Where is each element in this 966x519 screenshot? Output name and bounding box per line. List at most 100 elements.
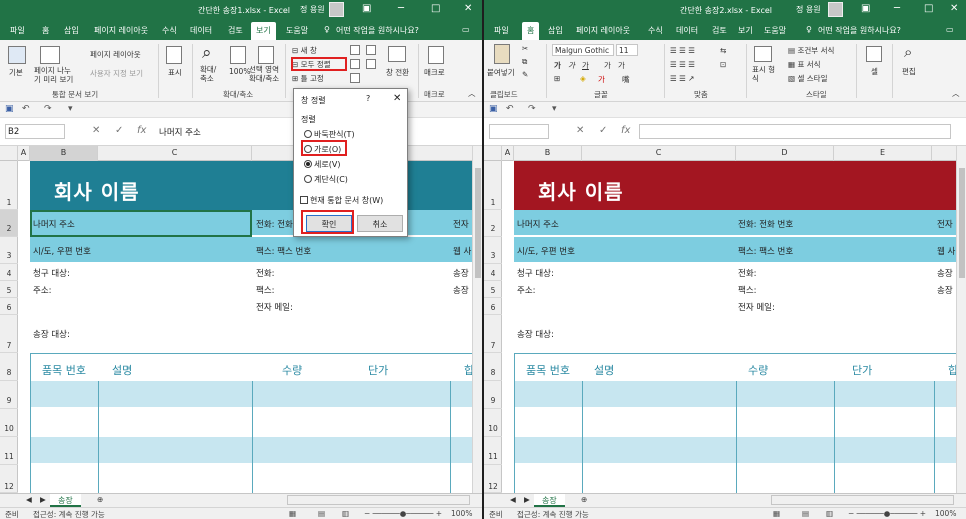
page-layout-view[interactable]: 페이지 레이아웃 bbox=[90, 49, 141, 60]
formula-input[interactable] bbox=[639, 124, 951, 139]
sheet-tab-invoice[interactable]: 송장 bbox=[50, 494, 81, 507]
row-header-10[interactable]: 10 bbox=[484, 409, 502, 437]
customize-qat-icon[interactable]: ▾ bbox=[68, 104, 73, 114]
underline-icon[interactable]: 가 bbox=[582, 60, 589, 71]
new-window-button[interactable]: ⊟ 새 창 bbox=[292, 45, 317, 56]
zoom-selection-icon[interactable] bbox=[258, 46, 274, 64]
italic-icon[interactable]: 가 bbox=[568, 60, 575, 71]
row-header-1[interactable]: 1 bbox=[0, 161, 18, 210]
copy-icon[interactable]: ⧉ bbox=[522, 57, 527, 67]
tab-data[interactable]: 데이터 bbox=[676, 25, 698, 36]
font-color-icon[interactable]: 가 bbox=[598, 74, 605, 85]
option-vertical[interactable]: 세로(V) bbox=[304, 159, 340, 170]
redo-icon[interactable]: ↷ bbox=[528, 104, 536, 114]
option-cascade[interactable]: 계단식(C) bbox=[304, 174, 348, 185]
tab-insert[interactable]: 삽입 bbox=[548, 25, 563, 36]
row-header-2[interactable]: 2 bbox=[484, 210, 502, 237]
row-header-3[interactable]: 3 bbox=[484, 237, 502, 264]
merge-icon[interactable]: ⊡ bbox=[720, 60, 726, 69]
save-icon[interactable]: ▣ bbox=[5, 104, 14, 114]
name-box[interactable]: B2 bbox=[5, 124, 65, 139]
switch-windows-button[interactable]: 창 전환 bbox=[386, 67, 409, 78]
maximize-icon[interactable]: □ bbox=[924, 3, 933, 14]
select-all[interactable] bbox=[0, 146, 18, 161]
layout-view-status-icon[interactable]: ▤ bbox=[318, 509, 325, 518]
break-view-status-icon[interactable]: ▥ bbox=[826, 509, 833, 518]
cancel-icon[interactable]: ✕ bbox=[576, 125, 584, 136]
fx-icon[interactable]: fx bbox=[137, 125, 146, 136]
tab-formulas[interactable]: 수식 bbox=[162, 25, 177, 36]
next-sheet-icon[interactable]: ▶ bbox=[40, 495, 46, 504]
column-header-b[interactable]: B bbox=[514, 146, 582, 161]
row-header-2[interactable]: 2 bbox=[0, 210, 18, 237]
collapse-ribbon-icon[interactable]: ︿ bbox=[952, 88, 960, 99]
accessibility-status[interactable]: 접근성: 계속 진행 가능 bbox=[517, 509, 589, 519]
tell-me-search[interactable]: 어떤 작업을 원하시나요? bbox=[336, 25, 419, 36]
tab-review[interactable]: 검토 bbox=[712, 25, 727, 36]
avatar[interactable] bbox=[828, 2, 843, 17]
avatar[interactable] bbox=[329, 2, 344, 17]
number-format-button[interactable]: 표시 형 식 bbox=[752, 65, 775, 83]
hide-icon[interactable] bbox=[350, 59, 360, 69]
column-header-b[interactable]: B bbox=[30, 146, 98, 161]
select-all[interactable] bbox=[484, 146, 502, 161]
column-header-a[interactable]: A bbox=[18, 146, 30, 161]
row-header-3[interactable]: 3 bbox=[0, 237, 18, 264]
row-header-4[interactable]: 4 bbox=[0, 264, 18, 281]
tab-view[interactable]: 보기 bbox=[738, 25, 753, 36]
ribbon-display-icon[interactable]: ▣ bbox=[861, 3, 870, 14]
vertical-scrollbar[interactable] bbox=[472, 146, 482, 493]
font-size-select[interactable]: 11 bbox=[616, 44, 638, 56]
tab-home[interactable]: 홈 bbox=[522, 22, 540, 40]
zoom-level[interactable]: 100% bbox=[451, 509, 472, 518]
minimize-icon[interactable]: ─ bbox=[398, 3, 404, 14]
row-header-4[interactable]: 4 bbox=[484, 264, 502, 281]
close-icon[interactable]: ✕ bbox=[950, 3, 958, 14]
tab-home[interactable]: 홈 bbox=[42, 25, 49, 36]
zoom-level[interactable]: 100% bbox=[935, 509, 956, 518]
fill-color-icon[interactable]: ◈ bbox=[580, 74, 586, 83]
page-break-button[interactable]: 페이지 나누 기 미리 보기 bbox=[34, 66, 73, 84]
zoom-slider[interactable]: − ──────●────── + bbox=[848, 509, 926, 518]
name-box[interactable] bbox=[489, 124, 549, 139]
layout-view-status-icon[interactable]: ▤ bbox=[802, 509, 809, 518]
collapse-ribbon-icon[interactable]: ︿ bbox=[468, 88, 476, 99]
percent-icon[interactable] bbox=[754, 46, 772, 62]
custom-views[interactable]: 사용자 지정 보기 bbox=[90, 68, 143, 79]
fx-icon[interactable]: fx bbox=[621, 125, 630, 136]
switch-windows-icon[interactable] bbox=[388, 46, 406, 62]
cell-style-button[interactable]: ▧ 셀 스타일 bbox=[788, 73, 827, 84]
find-icon[interactable]: ⌕ bbox=[904, 43, 912, 61]
enter-icon[interactable]: ✓ bbox=[115, 125, 123, 136]
tab-file[interactable]: 파일 bbox=[494, 25, 509, 36]
row-header-9[interactable]: 9 bbox=[484, 381, 502, 409]
tab-help[interactable]: 도움말 bbox=[764, 25, 786, 36]
bold-icon[interactable]: 가 bbox=[554, 60, 561, 71]
worksheet-grid[interactable]: 회사 이름 나머지 주소 전화: 전화 번호 전자 시/도, 우편 번호 팩스:… bbox=[502, 161, 956, 493]
row-header-6[interactable]: 6 bbox=[484, 298, 502, 315]
customize-qat-icon[interactable]: ▾ bbox=[552, 104, 557, 114]
row-header-12[interactable]: 12 bbox=[484, 465, 502, 493]
font-name-select[interactable]: Malgun Gothic bbox=[552, 44, 614, 56]
redo-icon[interactable]: ↷ bbox=[44, 104, 52, 114]
show-button[interactable]: 표시 bbox=[168, 67, 182, 78]
scroll-thumb[interactable] bbox=[959, 168, 965, 278]
row-header-5[interactable]: 5 bbox=[0, 281, 18, 298]
cancel-button[interactable]: 취소 bbox=[357, 215, 403, 232]
option-tiled[interactable]: 바둑판식(T) bbox=[304, 129, 355, 140]
macro-icon[interactable] bbox=[428, 46, 444, 64]
format-painter-icon[interactable]: ✎ bbox=[522, 70, 528, 79]
prev-sheet-icon[interactable]: ◀ bbox=[26, 495, 32, 504]
horizontal-scrollbar[interactable] bbox=[287, 495, 470, 505]
undo-icon[interactable]: ↶ bbox=[506, 104, 514, 114]
column-header-c[interactable]: C bbox=[582, 146, 736, 161]
tab-view[interactable]: 보기 bbox=[251, 22, 276, 40]
tab-data[interactable]: 데이터 bbox=[190, 25, 212, 36]
current-workbook-checkbox[interactable]: 현재 통합 문서 창(W) bbox=[300, 195, 383, 206]
row-header-5[interactable]: 5 bbox=[484, 281, 502, 298]
scroll-thumb[interactable] bbox=[475, 168, 481, 278]
checkbox[interactable] bbox=[300, 196, 308, 204]
tab-help[interactable]: 도움말 bbox=[286, 25, 308, 36]
paste-button[interactable]: 붙여넣기 bbox=[487, 67, 515, 78]
normal-view-status-icon[interactable]: ▦ bbox=[773, 509, 780, 518]
